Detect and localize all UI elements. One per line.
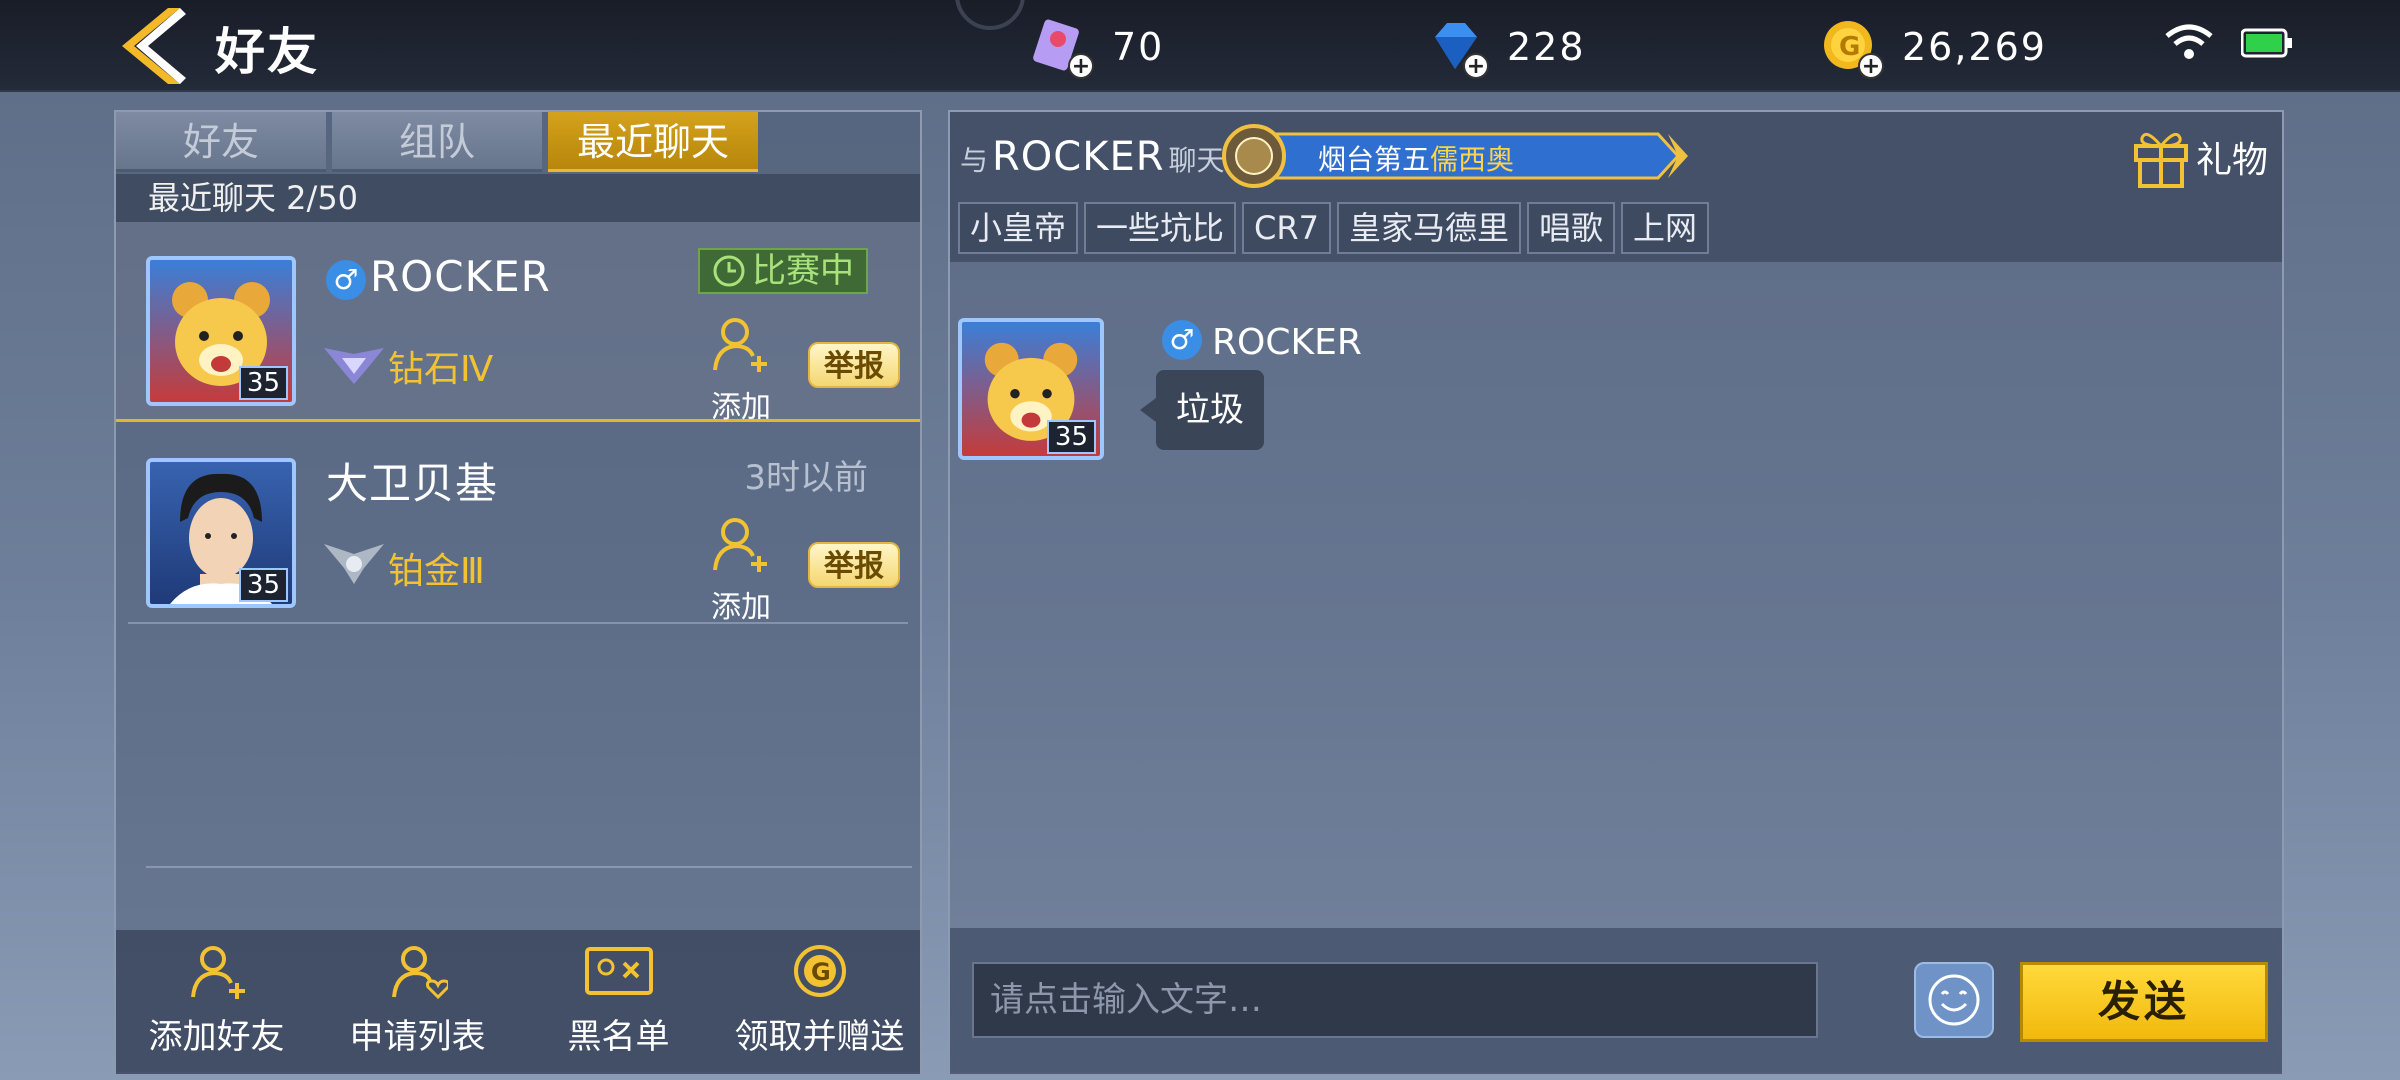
male-gender-icon: ♂: [326, 260, 366, 300]
add-label: 添加: [711, 390, 771, 425]
team-name: 烟台第五儒西奥: [1318, 138, 1514, 178]
add-label: 添加: [711, 590, 771, 625]
player-tags: 小皇帝 一些坑比 CR7 皇家马德里 唱歌 上网: [958, 202, 1710, 254]
chat-partner-name: ROCKER: [992, 134, 1165, 180]
back-arrow-icon: [122, 8, 186, 84]
team-badge[interactable]: 烟台第五儒西奥: [1218, 124, 1688, 188]
diamond-counter[interactable]: + 228: [1425, 16, 1586, 79]
ticket-counter[interactable]: + 70: [1030, 16, 1165, 79]
svg-text:G: G: [1839, 32, 1860, 62]
chat-with-label: 与 ROCKER 聊天: [960, 134, 1225, 180]
plus-icon: +: [1858, 53, 1884, 79]
message-avatar[interactable]: 35: [958, 318, 1104, 460]
send-button[interactable]: 发送: [2020, 962, 2268, 1042]
team-name-highlight: 儒西奥: [1430, 143, 1515, 176]
ticket-value: 70: [1112, 25, 1165, 69]
friend-name: ROCKER: [370, 252, 551, 301]
top-bar: 好友 + 70 + 228 G + 26,269: [0, 0, 2400, 92]
friend-row[interactable]: 35 大卫贝基 铂金Ⅲ 3时以前 添加 举报: [128, 424, 908, 625]
bottom-action-bar: 添加好友 申请列表 黑名单 G 领取并赠送: [116, 930, 920, 1074]
status-text: 比赛中: [752, 251, 854, 291]
message-bubble: 垃圾: [1140, 370, 1264, 450]
male-gender-icon: ♂: [1162, 320, 1202, 360]
diamond-icon: +: [1425, 17, 1489, 79]
claim-and-gift-button[interactable]: G 领取并赠送: [730, 943, 910, 1058]
message-sender-name: ROCKER: [1212, 322, 1362, 363]
status-badge: 比赛中: [698, 248, 868, 294]
level-badge: 35: [238, 366, 288, 400]
clock-icon: [713, 255, 745, 287]
request-list-button[interactable]: 申请列表: [328, 943, 508, 1058]
level-badge: 35: [1046, 420, 1096, 454]
player-tag[interactable]: 上网: [1621, 202, 1710, 254]
report-button[interactable]: 举报: [808, 342, 900, 388]
ticket-icon: +: [1030, 17, 1094, 79]
system-status: [2165, 24, 2293, 62]
player-tag[interactable]: 皇家马德里: [1336, 202, 1521, 254]
last-online-text: 3时以前: [744, 458, 868, 498]
chat-prefix: 与: [960, 144, 989, 177]
friend-row[interactable]: 35 ♂ ROCKER 钻石Ⅳ 比赛中 添加 举报: [116, 222, 920, 425]
request-list-icon: [391, 946, 450, 1000]
player-tag[interactable]: 唱歌: [1526, 202, 1615, 254]
add-user-icon: [713, 318, 767, 372]
gold-coin-icon: G +: [1820, 17, 1884, 79]
tab-team[interactable]: 组队: [332, 112, 542, 172]
avatar[interactable]: 35: [146, 458, 296, 608]
smiley-icon: [1928, 974, 1980, 1026]
add-friend-action-button[interactable]: 添加好友: [127, 943, 307, 1058]
page-title: 好友: [215, 23, 319, 81]
plus-icon: +: [1463, 53, 1489, 79]
add-friend-icon: [190, 946, 245, 999]
blacklist-button[interactable]: 黑名单: [529, 943, 709, 1058]
chat-input-bar: 发送: [950, 928, 2282, 1074]
battery-icon: [2241, 28, 2292, 58]
add-friend-button[interactable]: 添加: [706, 514, 776, 625]
claim-and-gift-label: 领取并赠送: [734, 1017, 905, 1057]
friends-panel: 好友 组队 最近聊天 最近聊天 2/50 35 ♂ ROCKER 钻石Ⅳ 比赛中: [114, 110, 922, 1074]
chat-suffix: 聊天: [1168, 144, 1225, 177]
chat-panel: 与 ROCKER 聊天 烟台第五儒西奥 礼物 小皇帝 一些坑比 CR7 皇家马德…: [948, 110, 2284, 1074]
player-tag[interactable]: 小皇帝: [958, 202, 1079, 254]
add-user-icon: [713, 518, 767, 572]
blacklist-label: 黑名单: [567, 1017, 670, 1057]
friend-tabs: 好友 组队 最近聊天: [116, 112, 920, 172]
plus-icon: +: [1068, 53, 1094, 79]
team-name-plain: 烟台第五: [1318, 143, 1431, 176]
gift-button[interactable]: 礼物: [2132, 122, 2268, 192]
diamond-rank-icon: [324, 348, 384, 384]
emoji-button[interactable]: [1914, 962, 1994, 1038]
tab-friends[interactable]: 好友: [116, 112, 326, 172]
player-tag[interactable]: CR7: [1242, 202, 1331, 254]
list-divider: [146, 866, 912, 868]
level-badge: 35: [238, 568, 288, 602]
diamond-value: 228: [1507, 25, 1586, 69]
request-list-label: 申请列表: [349, 1017, 486, 1057]
report-button[interactable]: 举报: [808, 542, 900, 588]
chat-header: 与 ROCKER 聊天 烟台第五儒西奥 礼物 小皇帝 一些坑比 CR7 皇家马德…: [950, 112, 2282, 262]
loading-ring-icon: [955, 0, 1025, 30]
back-button[interactable]: [122, 8, 192, 84]
player-tag[interactable]: 一些坑比: [1084, 202, 1237, 254]
platinum-rank-icon: [324, 544, 384, 584]
avatar[interactable]: 35: [146, 256, 296, 406]
coin-value: 26,269: [1902, 25, 2047, 69]
tab-recent-chat[interactable]: 最近聊天: [548, 112, 758, 172]
gift-label: 礼物: [2195, 140, 2268, 181]
blacklist-icon: [584, 947, 653, 995]
chat-input[interactable]: [972, 962, 1818, 1038]
coin-counter[interactable]: G + 26,269: [1820, 16, 2047, 79]
friend-name: 大卫贝基: [326, 459, 499, 508]
add-friend-label: 添加好友: [148, 1017, 285, 1057]
rank-label: 铂金Ⅲ: [388, 551, 485, 592]
add-friend-button[interactable]: 添加: [706, 314, 776, 425]
wifi-icon: [2165, 24, 2213, 59]
gift-coin-icon: G: [793, 945, 846, 997]
gift-icon: [2133, 132, 2188, 188]
recent-chat-count: 最近聊天 2/50: [116, 174, 920, 222]
svg-text:G: G: [811, 958, 831, 986]
rank-label: 钻石Ⅳ: [388, 349, 494, 390]
